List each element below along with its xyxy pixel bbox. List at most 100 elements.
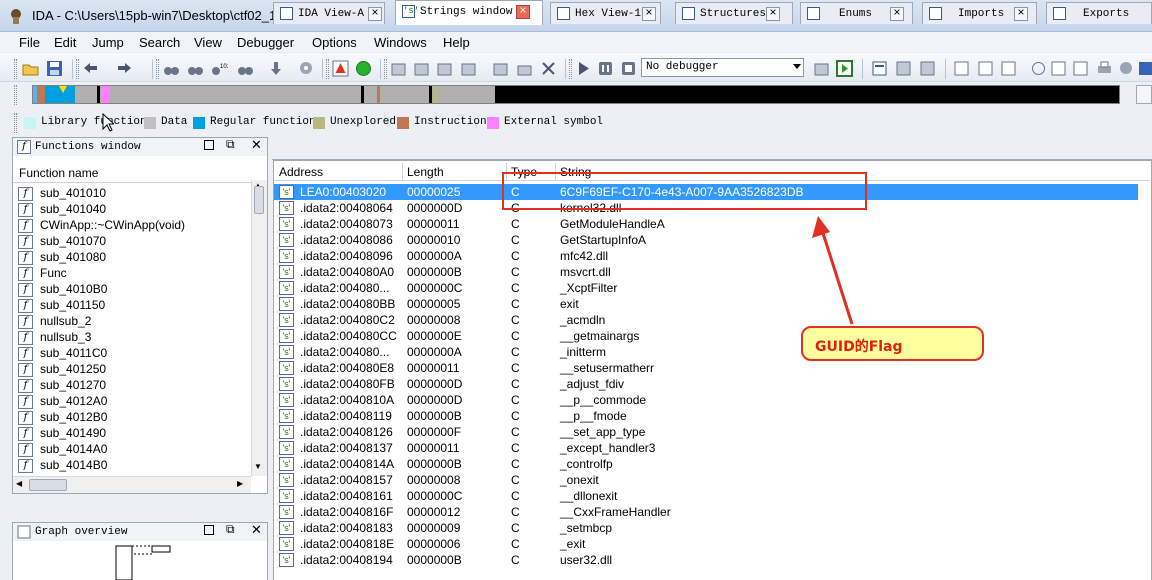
restore-icon[interactable] [204,140,214,150]
graph-overview-canvas[interactable] [112,544,174,580]
play-icon[interactable] [575,60,592,77]
menu-file[interactable]: File [19,35,40,50]
search-text-icon[interactable] [187,60,204,77]
string-row[interactable]: 's' .idata2:0040818E 00000006 C _exit [274,536,1138,552]
string-row[interactable]: 's' .idata2:00408183 00000009 C _setmbcp [274,520,1138,536]
string-row[interactable]: 's' .idata2:0040816F 00000012 C __CxxFrameHa… [274,504,1138,520]
string-row[interactable]: 's' .idata2:004080C2 00000008 C _acmdln [274,312,1138,328]
toolbar-grip[interactable] [156,59,159,79]
close-icon[interactable]: × [642,7,656,21]
close-icon[interactable]: × [890,7,904,21]
run-green-icon[interactable] [355,60,372,77]
menu-windows[interactable]: Windows [374,35,427,50]
toolbar-grip[interactable] [14,59,17,79]
string-row[interactable]: 's' .idata2:00408161 0000000C C __dllonexit [274,488,1138,504]
rename-icon[interactable] [516,60,533,77]
call-graph-icon[interactable] [1072,60,1089,77]
string-row[interactable]: 's' .idata2:004080CC 0000000E C __getmainarg… [274,328,1138,344]
tab-hex-view-1[interactable]: Hex View-1 × [550,2,661,24]
graph-icon[interactable] [1030,60,1047,77]
string-row[interactable]: 's' .idata2:0040810A 0000000D C __p__commode [274,392,1138,408]
pause-icon[interactable] [597,60,614,77]
restore-icon[interactable] [204,525,214,535]
print-icon[interactable] [1096,60,1113,77]
stop-icon[interactable] [620,60,637,77]
tab-enums[interactable]: Enums × [800,2,913,24]
signatures-icon[interactable] [977,60,994,77]
warning-icon[interactable] [332,60,349,77]
imports-icon[interactable] [871,60,888,77]
tab-ida-view-a[interactable]: IDA View-A × [273,2,385,24]
menu-search[interactable]: Search [139,35,180,50]
menu-jump[interactable]: Jump [92,35,124,50]
string-row[interactable]: 's' .idata2:00408086 00000010 C GetStartupIn… [274,232,1138,248]
functions-hscrollbar[interactable]: ◀ ▶ [13,476,251,493]
tab-strings-window[interactable]: 's' Strings window × [395,0,543,25]
scroll-left-icon[interactable]: ◀ [16,479,22,488]
scroll-right-icon[interactable]: ▶ [237,479,243,488]
flow-chart-icon[interactable] [1050,60,1067,77]
functions-icon[interactable] [895,60,912,77]
options-icon[interactable] [1118,60,1135,77]
string-row[interactable]: 's' .idata2:004080... 0000000C C _XcptFilter [274,280,1138,296]
string-row[interactable]: 's' .idata2:00408126 0000000F C __set_app_ty… [274,424,1138,440]
string-row[interactable]: 's' .idata2:00408137 00000011 C _except_hand… [274,440,1138,456]
make-code-icon[interactable] [390,60,407,77]
make-data-icon[interactable] [413,60,430,77]
close-icon[interactable]: × [1014,7,1028,21]
segments-icon[interactable] [953,60,970,77]
attach-icon[interactable] [813,60,830,77]
string-row[interactable]: 's' .idata2:00408073 00000011 C GetModuleHan… [274,216,1138,232]
search-next-icon[interactable] [237,60,254,77]
string-row[interactable]: 's' .idata2:00408194 0000000B Cuser32.dll [274,552,1138,568]
menu-help[interactable]: Help [443,35,470,50]
make-string-icon[interactable] [436,60,453,77]
address-column-header[interactable]: Address [279,165,323,179]
jump-down-icon[interactable] [268,60,285,77]
search-binary-icon[interactable]: 101 [211,60,228,77]
debugger-select[interactable]: No debugger [641,58,804,77]
back-arrow-icon[interactable] [82,60,99,77]
close-icon[interactable]: ✕ [251,523,262,538]
forward-arrow-icon[interactable] [116,60,133,77]
toolbar-grip[interactable] [569,59,572,79]
functions-column-header[interactable]: Function name [13,163,251,183]
settings-icon[interactable] [298,60,315,77]
string-row[interactable]: 's' .idata2:00408096 0000000A Cmfc42.dll [274,248,1138,264]
scroll-down-icon[interactable]: ▼ [254,462,262,471]
hscroll-thumb[interactable] [29,479,67,491]
make-struct-icon[interactable] [492,60,509,77]
close-icon[interactable]: × [766,7,780,21]
maximize-icon[interactable]: ⧉ [226,138,235,152]
make-array-icon[interactable] [460,60,477,77]
start-process-icon[interactable] [836,60,853,77]
save-icon[interactable] [46,60,63,77]
length-column-header[interactable]: Length [407,165,444,179]
type-libraries-icon[interactable] [1000,60,1017,77]
string-row[interactable]: 's' .idata2:004080E8 00000011 C __setusermat… [274,360,1138,376]
toolbar-grip[interactable] [384,59,387,79]
string-row[interactable]: 's' .idata2:00408119 0000000B C __p__fmode [274,408,1138,424]
string-row[interactable]: 's' .idata2:0040814A 0000000B C _controlfp [274,456,1138,472]
close-icon[interactable]: ✕ [251,138,262,153]
menu-edit[interactable]: Edit [54,35,76,50]
toolbar-grip[interactable] [14,85,17,105]
help-icon[interactable] [1137,60,1152,77]
scroll-thumb[interactable] [254,186,264,214]
tab-exports[interactable]: Exports [1046,2,1152,24]
close-icon[interactable]: × [516,5,530,19]
open-file-icon[interactable] [22,60,39,77]
string-row[interactable]: 's' .idata2:004080... 0000000A C _initterm [274,344,1138,360]
string-row[interactable]: 's' .idata2:00408157 00000008 C _onexit [274,472,1138,488]
close-icon[interactable]: × [368,7,382,21]
menu-debugger[interactable]: Debugger [237,35,294,50]
string-row[interactable]: 's' .idata2:004080FB 0000000D C _adjust_fdiv [274,376,1138,392]
navigation-band[interactable] [32,85,1120,104]
names-icon[interactable] [919,60,936,77]
toolbar-grip[interactable] [76,59,79,79]
tab-structures[interactable]: Structures × [675,2,793,24]
toolbar-grip[interactable] [14,113,17,133]
menu-view[interactable]: View [194,35,222,50]
navigation-band-scroll[interactable] [1136,85,1152,104]
string-row[interactable]: 's' .idata2:004080BB 00000005 Cexit [274,296,1138,312]
